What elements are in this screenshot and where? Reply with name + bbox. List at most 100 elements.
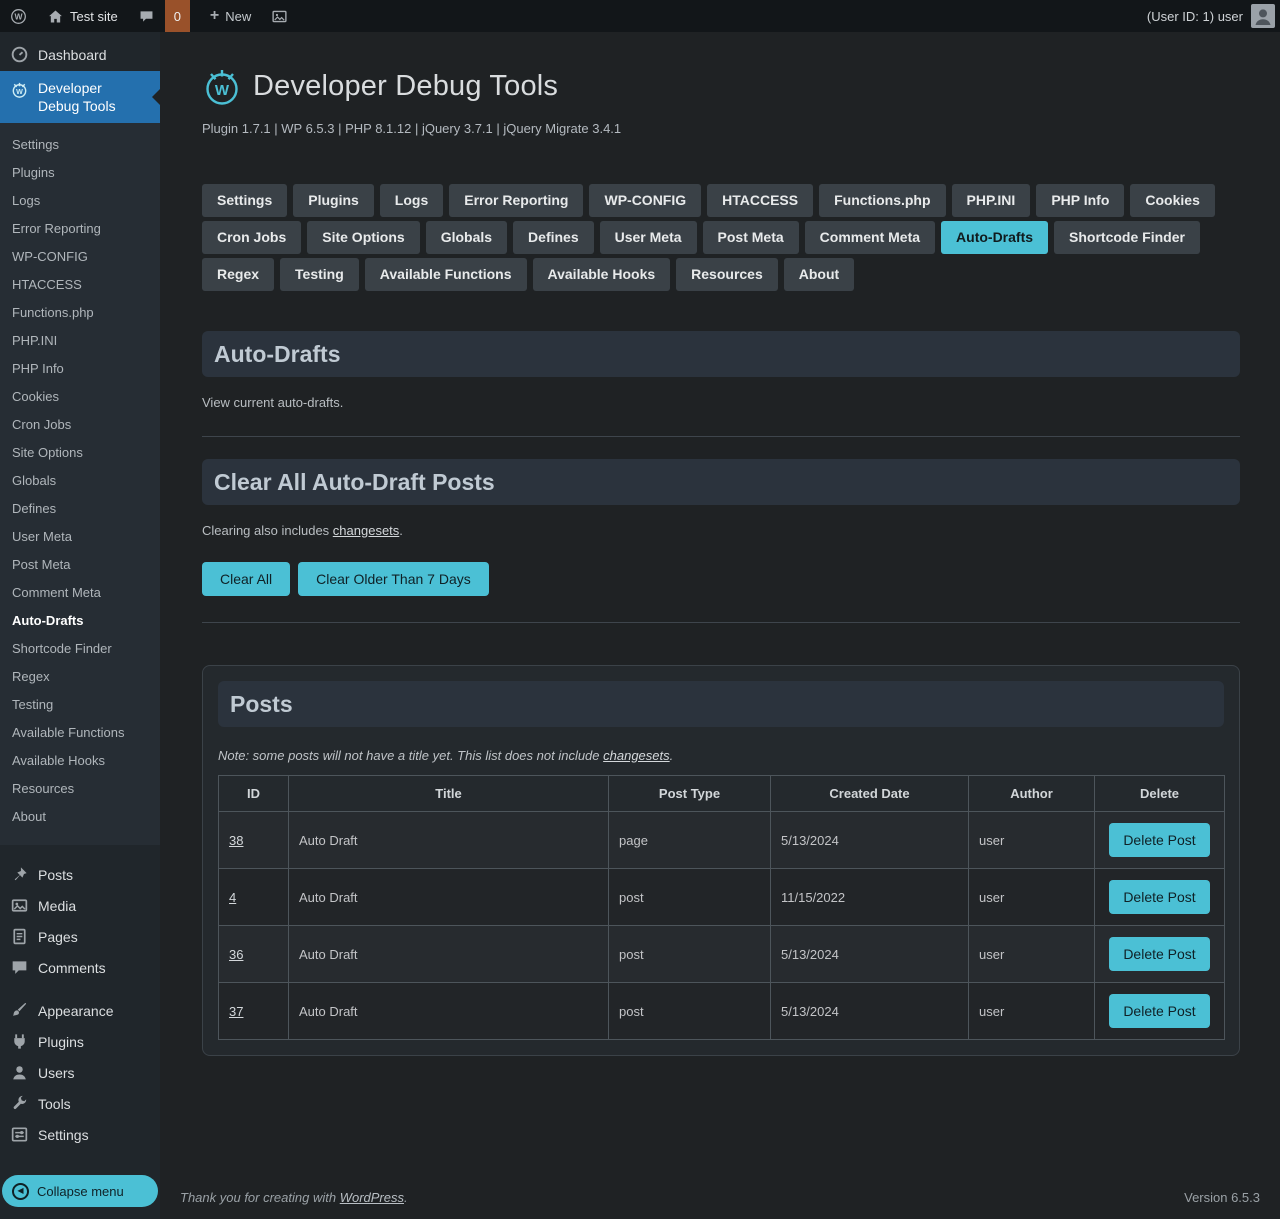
screenshot-adminbar-item[interactable] (261, 0, 298, 32)
submenu-item[interactable]: HTACCESS (0, 271, 160, 299)
post-id-link[interactable]: 37 (229, 1004, 243, 1019)
debug-tab[interactable]: Available Functions (365, 258, 527, 291)
submenu-item[interactable]: About (0, 803, 160, 831)
debug-tab[interactable]: PHP Info (1036, 184, 1124, 217)
post-type-cell: post (609, 869, 771, 926)
submenu-item[interactable]: PHP Info (0, 355, 160, 383)
debug-tab[interactable]: About (784, 258, 854, 291)
sidebar: Dashboard W Developer Debug Tools Settin… (0, 32, 160, 1219)
debug-tab[interactable]: Logs (380, 184, 443, 217)
post-id-link[interactable]: 36 (229, 947, 243, 962)
submenu-item[interactable]: Cron Jobs (0, 411, 160, 439)
sidebar-item-label: Users (38, 1065, 75, 1081)
sidebar-item-media[interactable]: Media (0, 890, 160, 921)
debug-tab[interactable]: Cron Jobs (202, 221, 301, 254)
debug-tab[interactable]: Globals (426, 221, 507, 254)
admin-bar: W Test site 0 + New (User ID: 1) user (0, 0, 1280, 32)
plugin-submenu: Settings Plugins Logs Error Reporting WP… (0, 123, 160, 845)
submenu-item[interactable]: User Meta (0, 523, 160, 551)
debug-tab[interactable]: Auto-Drafts (941, 221, 1048, 254)
clear-older-button[interactable]: Clear Older Than 7 Days (298, 562, 489, 596)
sidebar-item-developer-debug-tools[interactable]: W Developer Debug Tools (0, 71, 160, 123)
delete-post-button[interactable]: Delete Post (1109, 937, 1209, 971)
submenu-item[interactable]: Available Hooks (0, 747, 160, 775)
debug-tab[interactable]: Error Reporting (449, 184, 583, 217)
submenu-item[interactable]: Auto-Drafts (0, 607, 160, 635)
sidebar-item-pages[interactable]: Pages (0, 921, 160, 952)
submenu-item[interactable]: Plugins (0, 159, 160, 187)
submenu-item[interactable]: Cookies (0, 383, 160, 411)
debug-tab[interactable]: Available Hooks (533, 258, 671, 291)
sidebar-item-label: Dashboard (38, 47, 107, 63)
debug-tab[interactable]: Cookies (1130, 184, 1214, 217)
comments-adminbar-item[interactable] (128, 0, 165, 32)
delete-post-button[interactable]: Delete Post (1109, 994, 1209, 1028)
debug-tab[interactable]: Regex (202, 258, 274, 291)
post-title-cell: Auto Draft (289, 812, 609, 869)
debug-tab[interactable]: Settings (202, 184, 287, 217)
debug-tab[interactable]: PHP.INI (952, 184, 1031, 217)
sidebar-item-plugins[interactable]: Plugins (0, 1026, 160, 1057)
submenu-item[interactable]: Logs (0, 187, 160, 215)
wordpress-link[interactable]: WordPress (340, 1190, 404, 1205)
changesets-link[interactable]: changesets (603, 748, 670, 763)
site-menu[interactable]: Test site (37, 0, 128, 32)
debug-tab[interactable]: Resources (676, 258, 778, 291)
main-content: W Developer Debug Tools Plugin 1.7.1 | W… (160, 32, 1280, 1219)
debug-tab[interactable]: Functions.php (819, 184, 945, 217)
submenu-item[interactable]: Regex (0, 663, 160, 691)
author-cell: user (969, 926, 1095, 983)
submenu-item[interactable]: Functions.php (0, 299, 160, 327)
submenu-item[interactable]: Settings (0, 131, 160, 159)
submenu-item[interactable]: Comment Meta (0, 579, 160, 607)
plus-icon: + (210, 8, 219, 24)
debug-tab[interactable]: Shortcode Finder (1054, 221, 1200, 254)
sidebar-item-posts[interactable]: Posts (0, 859, 160, 890)
sidebar-item-tools[interactable]: Tools (0, 1088, 160, 1119)
submenu-item[interactable]: Post Meta (0, 551, 160, 579)
submenu-item[interactable]: Site Options (0, 439, 160, 467)
sidebar-item-dashboard[interactable]: Dashboard (0, 38, 160, 71)
delete-post-button[interactable]: Delete Post (1109, 880, 1209, 914)
debug-tab[interactable]: Post Meta (703, 221, 799, 254)
sidebar-item-comments[interactable]: Comments (0, 952, 160, 983)
wordpress-menu[interactable]: W (0, 0, 37, 32)
submenu-item[interactable]: Available Functions (0, 719, 160, 747)
submenu-item[interactable]: WP-CONFIG (0, 243, 160, 271)
clear-all-button[interactable]: Clear All (202, 562, 290, 596)
submenu-item[interactable]: Resources (0, 775, 160, 803)
submenu-item[interactable]: PHP.INI (0, 327, 160, 355)
debug-tab[interactable]: Comment Meta (805, 221, 935, 254)
user-info[interactable]: (User ID: 1) user (1147, 9, 1243, 24)
submenu-item[interactable]: Testing (0, 691, 160, 719)
debug-tab[interactable]: Site Options (307, 221, 419, 254)
debug-tab[interactable]: Testing (280, 258, 359, 291)
changesets-link[interactable]: changesets (333, 523, 400, 538)
collapse-menu-button[interactable]: ◀ Collapse menu (2, 1175, 158, 1207)
footer-version: Version 6.5.3 (1184, 1190, 1260, 1205)
debug-tab[interactable]: HTACCESS (707, 184, 813, 217)
clear-section-note: Clearing also includes changesets. (202, 523, 1240, 538)
debug-tab[interactable]: Plugins (293, 184, 374, 217)
sidebar-item-appearance[interactable]: Appearance (0, 995, 160, 1026)
debug-tab[interactable]: Defines (513, 221, 594, 254)
clear-section-title: Clear All Auto-Draft Posts (202, 459, 1240, 505)
new-content-button[interactable]: + New (200, 0, 261, 32)
post-id-link[interactable]: 4 (229, 890, 236, 905)
submenu-item[interactable]: Shortcode Finder (0, 635, 160, 663)
submenu-item[interactable]: Globals (0, 467, 160, 495)
auto-drafts-description: View current auto-drafts. (202, 395, 1240, 410)
submenu-item[interactable]: Error Reporting (0, 215, 160, 243)
debug-tab[interactable]: WP-CONFIG (589, 184, 701, 217)
delete-post-button[interactable]: Delete Post (1109, 823, 1209, 857)
note-text: . (670, 748, 674, 763)
avatar[interactable] (1251, 4, 1275, 28)
comment-count-badge[interactable]: 0 (165, 0, 190, 32)
debug-tab[interactable]: User Meta (600, 221, 697, 254)
sidebar-item-users[interactable]: Users (0, 1057, 160, 1088)
sidebar-item-settings[interactable]: Settings (0, 1119, 160, 1150)
note-text: Clearing also includes (202, 523, 333, 538)
pin-icon (10, 865, 29, 884)
post-id-link[interactable]: 38 (229, 833, 243, 848)
submenu-item[interactable]: Defines (0, 495, 160, 523)
